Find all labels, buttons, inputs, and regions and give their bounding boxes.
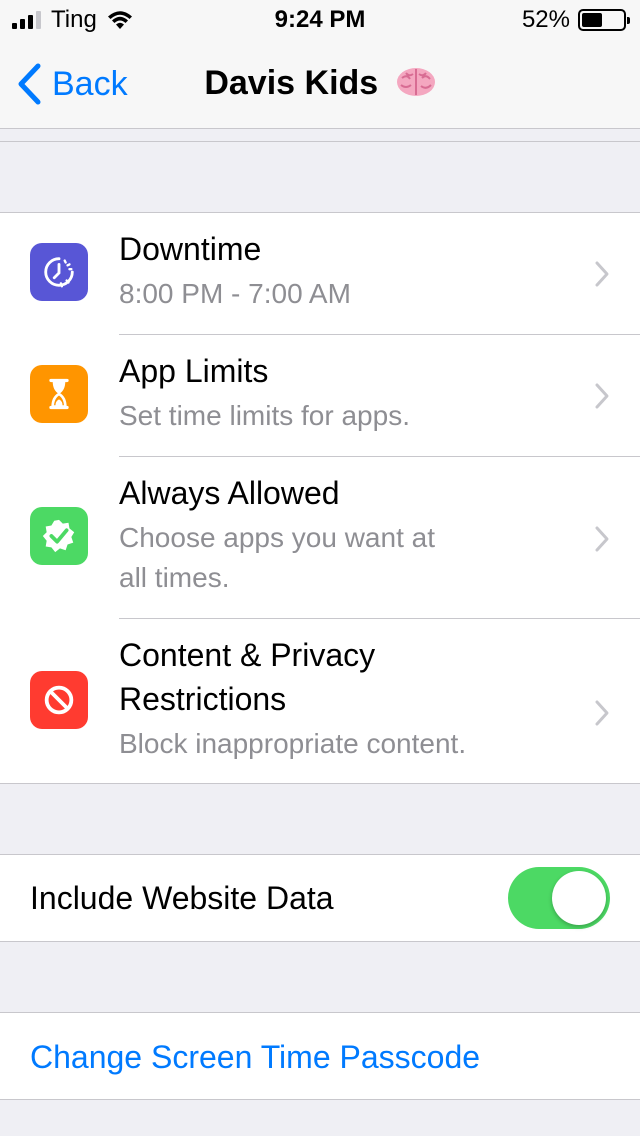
chevron-right-icon xyxy=(595,700,609,726)
settings-row-app-limits[interactable]: App Limits Set time limits for apps. xyxy=(0,335,640,456)
website-data-label: Include Website Data xyxy=(30,880,334,916)
downtime-title: Downtime xyxy=(119,231,262,267)
navigation-bar: Back Davis Kids xyxy=(0,40,640,129)
downtime-icon xyxy=(30,243,88,301)
battery-icon xyxy=(578,9,630,31)
page-title-text: Davis Kids xyxy=(204,64,379,102)
brain-emoji-icon xyxy=(396,68,435,96)
content-privacy-title-line2: Restrictions xyxy=(119,681,287,717)
settings-row-content-privacy[interactable]: Content & Privacy Restrictions Block ina… xyxy=(0,619,640,783)
passcode-group: Change Screen Time Passcode xyxy=(0,1012,640,1100)
status-right: 52% xyxy=(521,6,630,34)
checkmark-badge-icon xyxy=(30,507,88,565)
chevron-right-icon xyxy=(595,383,609,409)
website-data-group: Include Website Data xyxy=(0,854,640,942)
screen-time-settings-group: Downtime 8:00 PM - 7:00 AM App Limits Se… xyxy=(0,212,640,784)
always-allowed-title: Always Allowed xyxy=(119,475,340,511)
downtime-subtitle: 8:00 PM - 7:00 AM xyxy=(119,278,351,309)
settings-row-downtime[interactable]: Downtime 8:00 PM - 7:00 AM xyxy=(0,213,640,334)
website-data-row: Include Website Data xyxy=(0,855,640,941)
chevron-right-icon xyxy=(595,261,609,287)
change-passcode-button[interactable]: Change Screen Time Passcode xyxy=(30,1039,480,1076)
section-divider xyxy=(0,141,640,142)
battery-percent: 52% xyxy=(521,6,570,33)
content-privacy-title-line1: Content & Privacy xyxy=(119,637,376,673)
prohibited-icon xyxy=(30,671,88,729)
website-data-toggle[interactable] xyxy=(508,867,610,929)
app-limits-title: App Limits xyxy=(119,353,269,389)
status-bar: Ting 9:24 PM 52% xyxy=(0,0,640,40)
toggle-knob xyxy=(552,871,606,925)
app-limits-subtitle: Set time limits for apps. xyxy=(119,400,410,431)
content-privacy-subtitle: Block inappropriate content. xyxy=(119,728,467,759)
settings-row-always-allowed[interactable]: Always Allowed Choose apps you want at a… xyxy=(0,457,640,618)
always-allowed-subtitle-line1: Choose apps you want at xyxy=(119,522,435,553)
always-allowed-subtitle-line2: all times. xyxy=(119,562,230,593)
hourglass-icon xyxy=(30,365,88,423)
page-title: Davis Kids xyxy=(0,64,640,103)
chevron-right-icon xyxy=(595,526,609,552)
